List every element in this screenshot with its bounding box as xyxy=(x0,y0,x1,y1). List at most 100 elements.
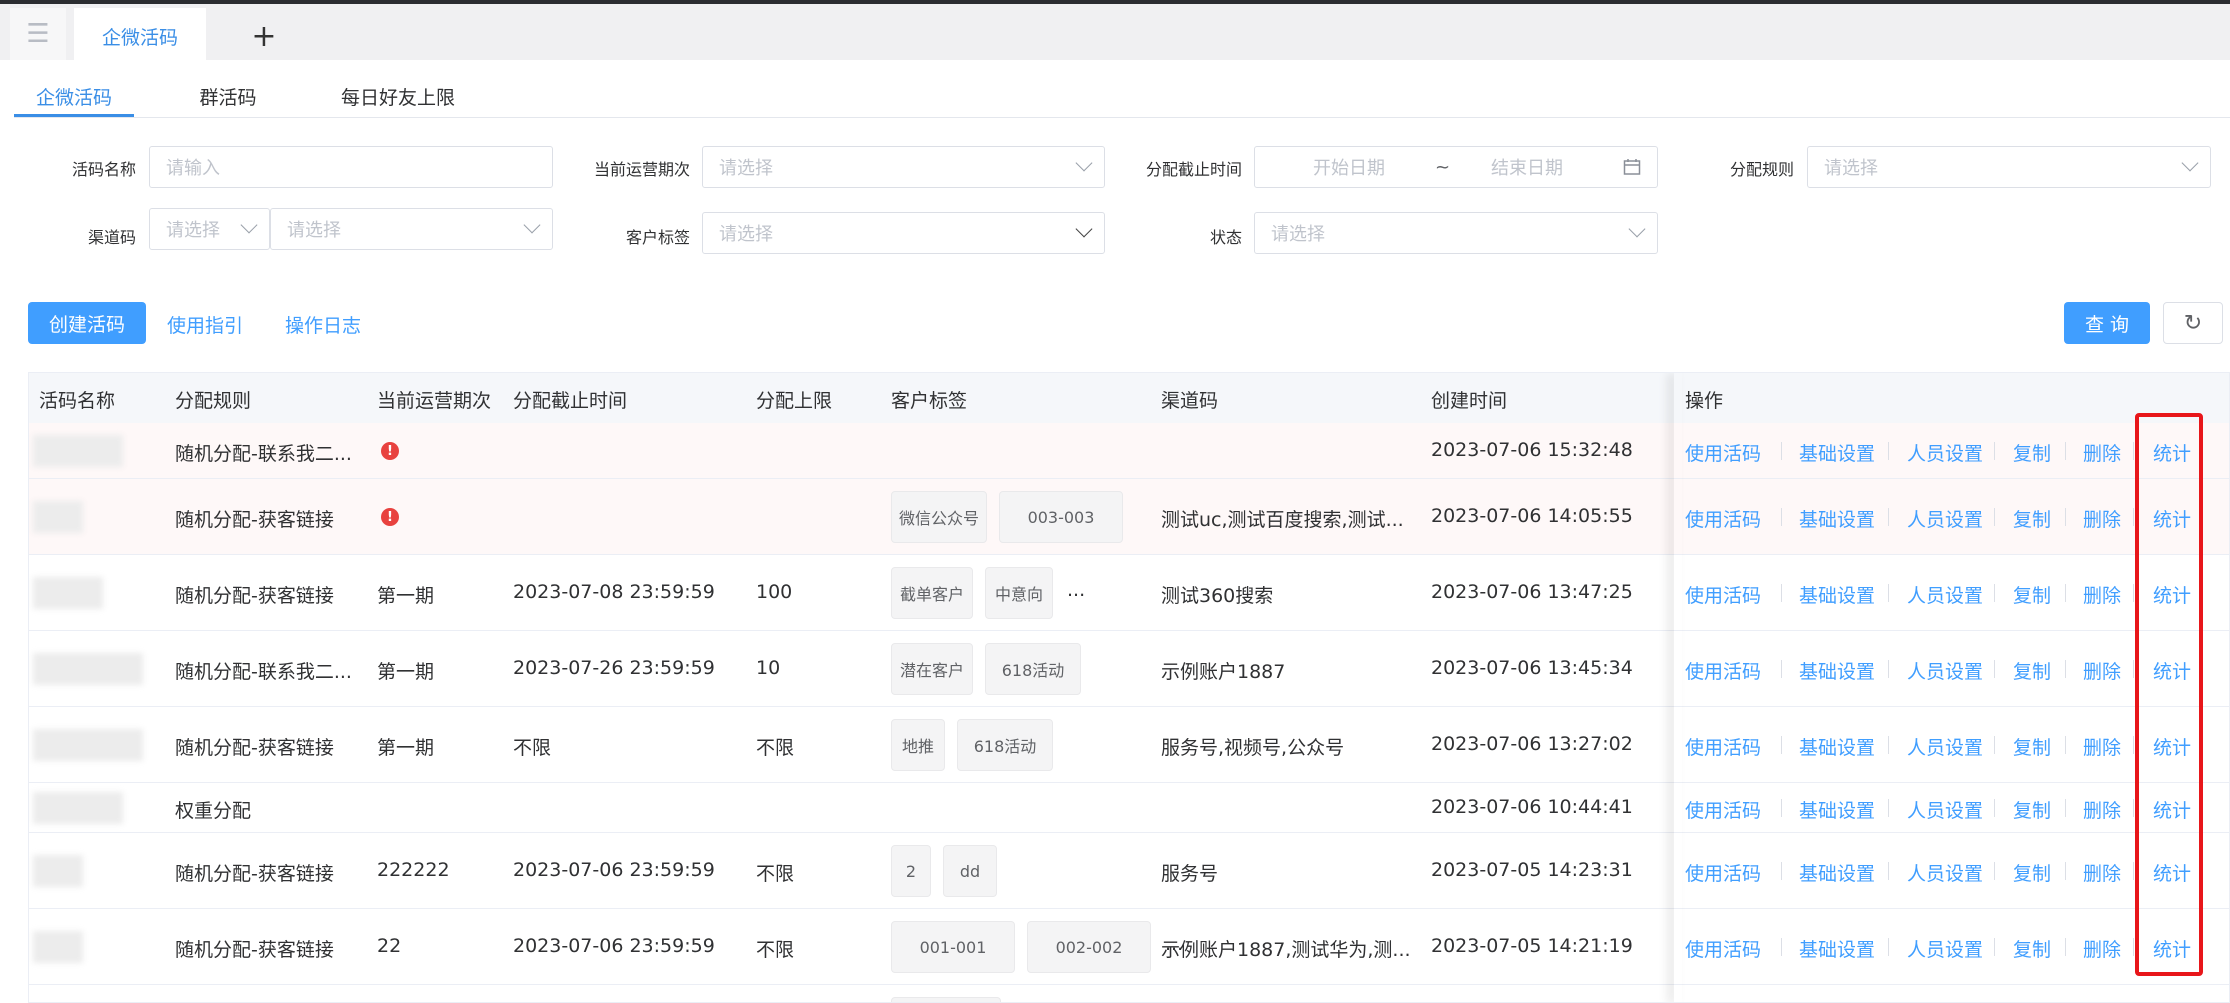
delete-link[interactable]: 删除 xyxy=(2083,859,2121,886)
rule-cell: 随机分配-联系我二... xyxy=(175,661,352,683)
copy-link[interactable]: 复制 xyxy=(2013,935,2051,962)
redacted-name xyxy=(33,931,83,963)
limit-cell: 不限 xyxy=(756,863,795,885)
channel-select-2[interactable]: 请选择 xyxy=(270,208,553,250)
use-code-link[interactable]: 使用活码 xyxy=(1685,733,1761,760)
copy-link[interactable]: 复制 xyxy=(2013,657,2051,684)
basic-settings-link[interactable]: 基础设置 xyxy=(1799,935,1875,962)
subtab-qiwei-code[interactable]: 企微活码 xyxy=(14,76,134,116)
staff-settings-link[interactable]: 人员设置 xyxy=(1907,859,1983,886)
staff-settings-link[interactable]: 人员设置 xyxy=(1907,657,1983,684)
operation-separator xyxy=(2133,736,2134,754)
rule-select[interactable]: 请选择 xyxy=(1807,146,2211,188)
add-tab-button[interactable]: + xyxy=(246,16,282,56)
basic-settings-link[interactable]: 基础设置 xyxy=(1799,796,1875,823)
copy-link[interactable]: 复制 xyxy=(2013,439,2051,466)
basic-settings-link[interactable]: 基础设置 xyxy=(1799,581,1875,608)
operation-separator xyxy=(2065,938,2066,956)
usage-guide-link[interactable]: 使用指引 xyxy=(167,311,243,338)
period-label: 当前运营期次 xyxy=(593,160,690,179)
use-code-link[interactable]: 使用活码 xyxy=(1685,657,1761,684)
codes-table: 活码名称 分配规则 当前运营期次 分配截止时间 分配上限 客户标签 渠道码 创建… xyxy=(28,372,2230,1003)
delete-link[interactable]: 删除 xyxy=(2083,733,2121,760)
header-rule: 分配规则 xyxy=(175,390,252,412)
delete-link[interactable]: 删除 xyxy=(2083,935,2121,962)
deadline-cell: 2023-07-06 23:59:59 xyxy=(513,935,715,957)
create-code-button[interactable]: 创建活码 xyxy=(28,302,146,344)
rule-cell: 随机分配-获客链接 xyxy=(175,585,334,607)
basic-settings-link[interactable]: 基础设置 xyxy=(1799,439,1875,466)
copy-link[interactable]: 复制 xyxy=(2013,859,2051,886)
use-code-link[interactable]: 使用活码 xyxy=(1685,439,1761,466)
customer-tag: dd xyxy=(943,845,997,897)
staff-settings-link[interactable]: 人员设置 xyxy=(1907,505,1983,532)
copy-link[interactable]: 复制 xyxy=(2013,796,2051,823)
name-label: 活码名称 xyxy=(71,160,136,179)
use-code-link[interactable]: 使用活码 xyxy=(1685,935,1761,962)
period-cell: 第一期 xyxy=(377,737,435,759)
refresh-icon[interactable]: ↻ xyxy=(2163,302,2223,344)
basic-settings-link[interactable]: 基础设置 xyxy=(1799,859,1875,886)
staff-settings-link[interactable]: 人员设置 xyxy=(1907,439,1983,466)
channel-cell: 测试uc,测试百度搜索,测试... xyxy=(1161,509,1404,531)
menu-fold-icon[interactable]: ☰ xyxy=(10,8,66,60)
basic-settings-link[interactable]: 基础设置 xyxy=(1799,657,1875,684)
operation-separator xyxy=(1994,736,1995,754)
staff-settings-link[interactable]: 人员设置 xyxy=(1907,581,1983,608)
period-select[interactable]: 请选择 xyxy=(702,146,1105,188)
delete-link[interactable]: 删除 xyxy=(2083,796,2121,823)
delete-link[interactable]: 删除 xyxy=(2083,439,2121,466)
operation-separator xyxy=(2133,799,2134,817)
created-cell: 2023-07-06 14:05:55 xyxy=(1431,505,1633,527)
delete-link[interactable]: 删除 xyxy=(2083,505,2121,532)
table-row: 随机分配-获客链接 第一期 不限 不限 服务号,视频号,公众号 2023-07-06 13… xyxy=(29,707,2229,783)
use-code-link[interactable]: 使用活码 xyxy=(1685,859,1761,886)
basic-settings-link[interactable]: 基础设置 xyxy=(1799,733,1875,760)
end-date-placeholder: 结束日期 xyxy=(1491,158,1563,179)
copy-link[interactable]: 复制 xyxy=(2013,505,2051,532)
use-code-link[interactable]: 使用活码 xyxy=(1685,505,1761,532)
tab-qiwei-code[interactable]: 企微活码 xyxy=(74,8,206,64)
customer-tag: 002-002 xyxy=(1027,921,1151,973)
staff-settings-link[interactable]: 人员设置 xyxy=(1907,733,1983,760)
table-row: 随机分配-获客链接 第一期 2023-07-08 23:59:59 100 测试360搜… xyxy=(29,555,2229,631)
rule-cell: 随机分配-获客链接 xyxy=(175,863,334,885)
channel-select-1[interactable]: 请选择 xyxy=(149,208,270,250)
channel-cell: 服务号,视频号,公众号 xyxy=(1161,737,1345,759)
copy-link[interactable]: 复制 xyxy=(2013,581,2051,608)
customer-tag: 001-001 xyxy=(891,921,1015,973)
operation-log-link[interactable]: 操作日志 xyxy=(285,311,361,338)
rule-cell: 随机分配-获客链接 xyxy=(175,509,334,531)
customer-tag: 微信公众号 xyxy=(891,491,987,543)
header-period: 当前运营期次 xyxy=(377,390,492,412)
delete-link[interactable]: 删除 xyxy=(2083,657,2121,684)
delete-link[interactable]: 删除 xyxy=(2083,581,2121,608)
status-select[interactable]: 请选择 xyxy=(1254,212,1658,254)
staff-settings-link[interactable]: 人员设置 xyxy=(1907,935,1983,962)
customer-tag: 003-003 xyxy=(999,491,1123,543)
tags-more: ... xyxy=(1067,579,1086,601)
operation-separator xyxy=(2065,862,2066,880)
query-button[interactable]: 查 询 xyxy=(2064,302,2150,344)
deadline-range-picker[interactable]: 开始日期 ~ 结束日期 xyxy=(1254,146,1658,188)
limit-cell: 不限 xyxy=(756,939,795,961)
operation-separator xyxy=(1888,736,1889,754)
use-code-link[interactable]: 使用活码 xyxy=(1685,796,1761,823)
header-name: 活码名称 xyxy=(39,390,116,412)
operation-separator xyxy=(2133,584,2134,602)
subtab-group-code[interactable]: 群活码 xyxy=(184,76,272,116)
copy-link[interactable]: 复制 xyxy=(2013,733,2051,760)
header-created: 创建时间 xyxy=(1431,390,1508,412)
name-input[interactable]: 请输入 xyxy=(149,146,553,188)
basic-settings-link[interactable]: 基础设置 xyxy=(1799,505,1875,532)
operation-separator xyxy=(2133,508,2134,526)
staff-settings-link[interactable]: 人员设置 xyxy=(1907,796,1983,823)
customer-tag xyxy=(891,997,1001,1002)
use-code-link[interactable]: 使用活码 xyxy=(1685,581,1761,608)
deadline-cell: 2023-07-06 23:59:59 xyxy=(513,859,715,881)
created-cell: 2023-07-06 15:32:48 xyxy=(1431,439,1633,461)
tag-select[interactable]: 请选择 xyxy=(702,212,1105,254)
rule-cell: 随机分配-联系我二... xyxy=(175,443,352,465)
subtab-daily-friend-limit[interactable]: 每日好友上限 xyxy=(330,76,466,116)
operation-separator xyxy=(1994,799,1995,817)
